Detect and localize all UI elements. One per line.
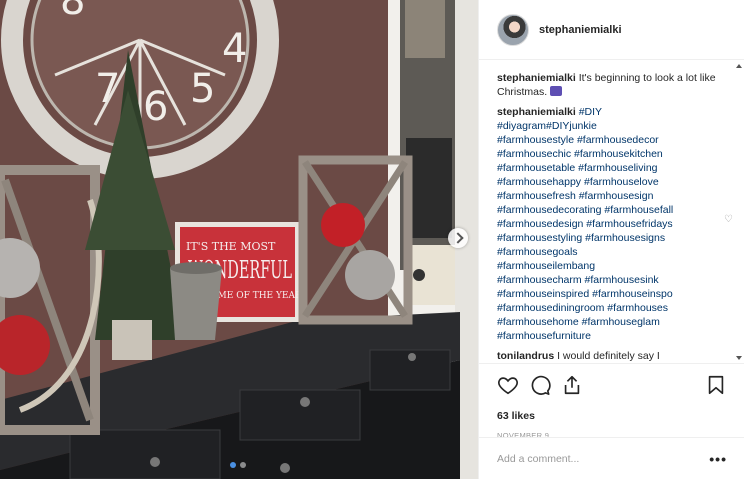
comment-username[interactable]: stephaniemialki	[497, 106, 576, 118]
comment-username[interactable]: tonilandrus	[497, 350, 554, 362]
hashtag-link[interactable]: #farmhousecharm #farmhousesink	[497, 273, 727, 287]
carousel-dot	[240, 462, 246, 468]
hashtag-link[interactable]: #farmhousetable #farmhouseliving	[497, 161, 727, 175]
carousel-dots	[230, 462, 246, 468]
post-image[interactable]: 8 7 6 5 4 IT'S THE MOST WONDERFUL TIME O…	[0, 0, 478, 479]
hashtag-link[interactable]: #farmhousedecorating #farmhousefall	[497, 203, 727, 217]
post-author-username[interactable]: stephaniemialki	[539, 24, 622, 36]
carousel-dot-active	[230, 462, 236, 468]
sign-text: IT'S THE MOST	[186, 240, 276, 253]
hashtag-link[interactable]: #farmhousehappy #farmhouselove	[497, 175, 727, 189]
comment-input[interactable]	[497, 452, 710, 465]
heart-icon[interactable]	[497, 374, 519, 396]
comment-icon[interactable]	[529, 374, 551, 396]
hashtag-link[interactable]: #farmhousehome #farmhouseglam	[497, 315, 727, 329]
hashtag-link[interactable]: #farmhousechic #farmhousekitchen	[497, 147, 727, 161]
post-header: stephaniemialki	[479, 0, 744, 60]
hashtag-link[interactable]: #farmhouseilembang	[497, 259, 727, 273]
clock-numeral: 4	[222, 26, 247, 72]
comment-username[interactable]: stephaniemialki	[497, 72, 576, 84]
post-actions: 63 likes NOVEMBER 9	[479, 363, 744, 440]
next-image-button[interactable]	[448, 228, 468, 248]
bookmark-icon[interactable]	[705, 374, 727, 396]
hashtag-link[interactable]: #farmhousegoals	[497, 245, 727, 259]
scroll-down-arrow-icon[interactable]	[736, 356, 742, 360]
hashtag-link[interactable]: #farmhousediningroom #farmhouses	[497, 301, 727, 315]
clock-numeral: 8	[60, 0, 85, 24]
metal-bucket	[170, 262, 222, 340]
share-icon[interactable]	[561, 374, 583, 396]
hashtag-link[interactable]: #farmhousefurniture	[497, 329, 727, 343]
hashtag-link[interactable]: #diyagram#DIYjunkie	[497, 119, 727, 133]
likes-count[interactable]: 63 likes	[497, 410, 727, 422]
comment-text: I would definitely say I	[554, 350, 660, 362]
post-side-panel: stephaniemialki stephaniemialki It's beg…	[478, 0, 744, 479]
hashtag-link[interactable]: #farmhousedesign #farmhousefridays	[497, 217, 727, 231]
caption-comment: stephaniemialki It's beginning to look a…	[497, 71, 727, 99]
add-comment-bar: •••	[479, 437, 744, 479]
scroll-up-arrow-icon[interactable]	[736, 64, 742, 68]
comments-scrollbar[interactable]	[736, 64, 742, 360]
clock-numeral: 5	[190, 66, 215, 112]
hashtag-link[interactable]: #DIY	[579, 106, 602, 118]
clock-numeral: 6	[143, 84, 168, 130]
hashtag-comment: stephaniemialki #DIY #diyagram#DIYjunkie…	[497, 105, 733, 343]
more-options-icon[interactable]: •••	[709, 451, 727, 467]
post-image-illustration: 8 7 6 5 4 IT'S THE MOST WONDERFUL TIME O…	[0, 0, 478, 479]
clock-numeral: 7	[95, 66, 120, 112]
comments-list[interactable]: stephaniemialki It's beginning to look a…	[479, 61, 744, 363]
hashtag-link[interactable]: #farmhousefresh #farmhousesign	[497, 189, 727, 203]
action-icons-row	[497, 372, 727, 400]
hashtag-link[interactable]: #farmhousestyle #farmhousedecor	[497, 133, 727, 147]
sign-text: TIME OF THE YEAR	[208, 291, 302, 301]
comment-like-heart-icon[interactable]: ♡	[724, 213, 733, 227]
hashtag-link[interactable]: #farmhousestyling #farmhousesigns	[497, 231, 727, 245]
avatar[interactable]	[497, 13, 529, 46]
hashtag-link[interactable]: #farmhouseinspired #farmhouseinspo	[497, 287, 727, 301]
emoji-icon	[550, 86, 563, 96]
reply-comment: tonilandrus I would definitely say I	[497, 349, 727, 363]
